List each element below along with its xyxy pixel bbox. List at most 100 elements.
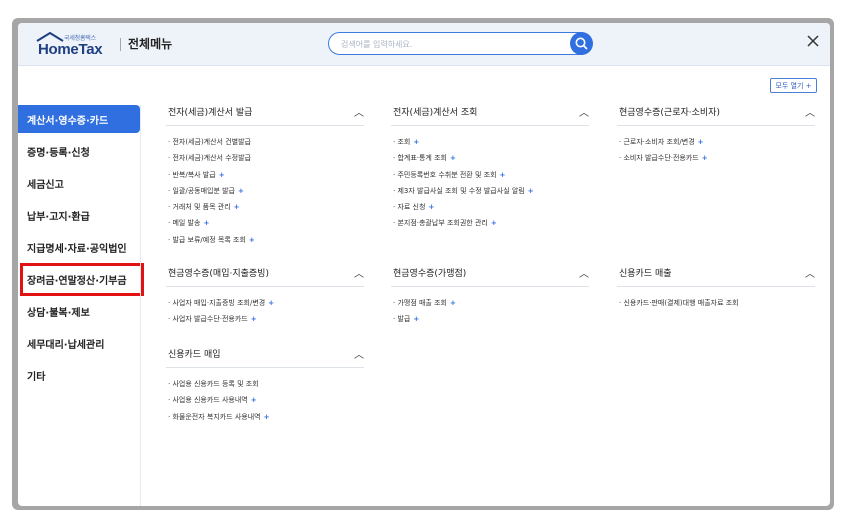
section-title: 현금영수증(근로자·소비자): [619, 108, 720, 118]
menu-link[interactable]: · 가맹점 매출 조회 +: [393, 298, 456, 314]
sidebar-item-tax-agent[interactable]: 세무대리·납세관리: [18, 329, 140, 357]
search-box: [328, 32, 592, 55]
section-header[interactable]: 신용카드 매출 ︿: [617, 264, 815, 287]
menu-link[interactable]: · 반복/복사 발급 +: [168, 170, 255, 186]
section-title: 전자(세금)계산서 조회: [393, 108, 478, 118]
link-list: · 신용카드·판매(결제)대행 매출자료 조회: [619, 298, 742, 314]
search-button[interactable]: [570, 32, 593, 55]
section-header[interactable]: 현금영수증(가맹점) ︿: [391, 264, 589, 287]
hometax-logo[interactable]: 국세청홈택스 HomeTax: [36, 32, 116, 58]
close-button[interactable]: [806, 34, 820, 52]
plus-icon: +: [250, 396, 257, 405]
menu-link[interactable]: · 사업용 신용카드 사용내역 +: [168, 395, 270, 411]
link-list: · 가맹점 매출 조회 + · 발급 +: [393, 298, 456, 331]
menu-link[interactable]: · 합계표·통계 조회 +: [393, 153, 534, 169]
menu-link[interactable]: · 메일 발송 +: [168, 218, 255, 234]
header-divider: [120, 38, 121, 51]
chevron-up-icon: ︿: [354, 269, 364, 280]
menu-link[interactable]: · 전자(세금)계산서 수정발급: [168, 153, 255, 169]
sidebar-item-tax-filing[interactable]: 세금신고: [18, 169, 140, 197]
sidebar-item-label: 지급명세·자료·공익법인: [27, 244, 127, 255]
chevron-up-icon: ︿: [579, 108, 589, 119]
close-icon: [807, 35, 819, 47]
sidebar-item-label: 세금신고: [27, 180, 64, 191]
section-header[interactable]: 전자(세금)계산서 발급 ︿: [166, 103, 364, 126]
sidebar-item-receipts-cards[interactable]: 계산서·영수증·카드: [18, 105, 140, 133]
menu-link[interactable]: · 본지점·총괄납부 조회권한 관리 +: [393, 218, 534, 234]
sidebar-item-payment-refund[interactable]: 납부·고지·환급: [18, 201, 140, 229]
link-list: · 조회 + · 합계표·통계 조회 + · 주민등록번호 수취분 전환 및 조회 +…: [393, 137, 534, 235]
menu-link[interactable]: · 신용카드·판매(결제)대행 매출자료 조회: [619, 298, 742, 314]
menu-link[interactable]: · 사업자 매입·지출증빙 조회/변경 +: [168, 298, 274, 314]
search-icon: [575, 37, 588, 50]
plus-icon: +: [268, 299, 275, 307]
plus-icon: +: [428, 203, 435, 212]
link-list: · 근로자·소비자 조회/변경 + · 소비자 발급수단·전용카드 +: [619, 137, 708, 170]
section-header[interactable]: 신용카드 매입 ︿: [166, 345, 364, 368]
chevron-up-icon: ︿: [579, 269, 589, 280]
section-title: 신용카드 매출: [619, 269, 672, 279]
menu-link[interactable]: · 전자(세금)계산서 건별발급: [168, 137, 255, 153]
full-menu-window: 국세청홈택스 HomeTax 전체메뉴 모두 열기 + 계산서·영수증·카드 증…: [18, 23, 830, 506]
section-header[interactable]: 현금영수증(근로자·소비자) ︿: [617, 103, 815, 126]
chevron-up-icon: ︿: [805, 108, 815, 119]
sidebar-item-consulting-appeals[interactable]: 상담·불복·제보: [18, 297, 140, 325]
chevron-up-icon: ︿: [805, 269, 815, 280]
section-title: 현금영수증(가맹점): [393, 269, 467, 279]
section-header[interactable]: 현금영수증(매입·지출증빙) ︿: [166, 264, 364, 287]
plus-icon: +: [238, 186, 244, 195]
menu-link[interactable]: · 발급 보류/예정 목록 조회 +: [168, 235, 255, 251]
link-list: · 전자(세금)계산서 건별발급 · 전자(세금)계산서 수정발급 · 반복/복…: [168, 137, 255, 251]
plus-icon: +: [499, 170, 506, 179]
sidebar-item-label: 상담·불복·제보: [27, 308, 90, 319]
menu-link[interactable]: · 화물운전자 복지카드 사용내역 +: [168, 412, 270, 428]
plus-icon: +: [203, 219, 210, 228]
menu-link[interactable]: · 사업자 발급수단·전용카드 +: [168, 314, 274, 330]
plus-icon: +: [449, 299, 456, 307]
sidebar-divider: [140, 105, 141, 506]
chevron-up-icon: ︿: [354, 108, 364, 119]
highlight-box: [20, 263, 144, 296]
sidebar-item-label: 세무대리·납세관리: [27, 340, 105, 351]
section-title: 현금영수증(매입·지출증빙): [168, 269, 269, 279]
page-title: 전체메뉴: [128, 37, 173, 51]
menu-link[interactable]: · 자료 신청 +: [393, 202, 534, 218]
sidebar-item-certificates[interactable]: 증명·등록·신청: [18, 137, 140, 165]
menu-link[interactable]: · 주민등록번호 수취분 전환 및 조회 +: [393, 170, 534, 186]
menu-link[interactable]: · 조회 +: [393, 137, 534, 153]
chevron-up-icon: ︿: [354, 350, 364, 361]
menu-link[interactable]: · 거래처 및 품목 관리 +: [168, 202, 255, 218]
plus-icon: +: [248, 235, 255, 244]
menu-link[interactable]: · 발급 +: [393, 314, 456, 330]
plus-icon: +: [250, 315, 257, 324]
plus-icon: +: [413, 315, 420, 324]
plus-icon: +: [697, 138, 704, 146]
plus-icon: +: [233, 203, 240, 212]
sidebar-item-label: 증명·등록·신청: [27, 148, 90, 159]
plus-icon: +: [490, 219, 497, 228]
menu-header: 국세청홈택스 HomeTax 전체메뉴: [18, 23, 830, 66]
search-input[interactable]: [339, 36, 563, 53]
section-title: 전자(세금)계산서 발급: [168, 108, 253, 118]
section-title: 신용카드 매입: [168, 350, 221, 360]
menu-link[interactable]: · 사업용 신용카드 등록 및 조회: [168, 379, 270, 395]
sidebar-item-label: 계산서·영수증·카드: [27, 116, 109, 127]
menu-link[interactable]: · 일괄/공동매입분 발급 +: [168, 186, 255, 202]
expand-all-button[interactable]: 모두 열기 +: [770, 78, 817, 93]
section-header[interactable]: 전자(세금)계산서 조회 ︿: [391, 103, 589, 126]
menu-link[interactable]: · 소비자 발급수단·전용카드 +: [619, 153, 708, 169]
sidebar-item-label: 납부·고지·환급: [27, 212, 90, 223]
sidebar-item-other[interactable]: 기타: [18, 361, 140, 389]
plus-icon: +: [449, 154, 456, 163]
plus-icon: +: [413, 138, 420, 146]
menu-link[interactable]: · 근로자·소비자 조회/변경 +: [619, 137, 708, 153]
link-list: · 사업용 신용카드 등록 및 조회 · 사업용 신용카드 사용내역 + · 화물…: [168, 379, 270, 428]
logo-text: HomeTax: [38, 41, 103, 58]
menu-link[interactable]: · 제3자 발급사실 조회 및 수정 발급사실 알림 +: [393, 186, 534, 202]
plus-icon: +: [527, 186, 534, 195]
sidebar-item-payment-statements[interactable]: 지급명세·자료·공익법인: [18, 233, 140, 261]
link-list: · 사업자 매입·지출증빙 조회/변경 + · 사업자 발급수단·전용카드 +: [168, 298, 274, 331]
sidebar-item-label: 기타: [27, 372, 46, 383]
expand-all-label: 모두 열기 +: [775, 82, 812, 90]
plus-icon: +: [218, 170, 225, 179]
